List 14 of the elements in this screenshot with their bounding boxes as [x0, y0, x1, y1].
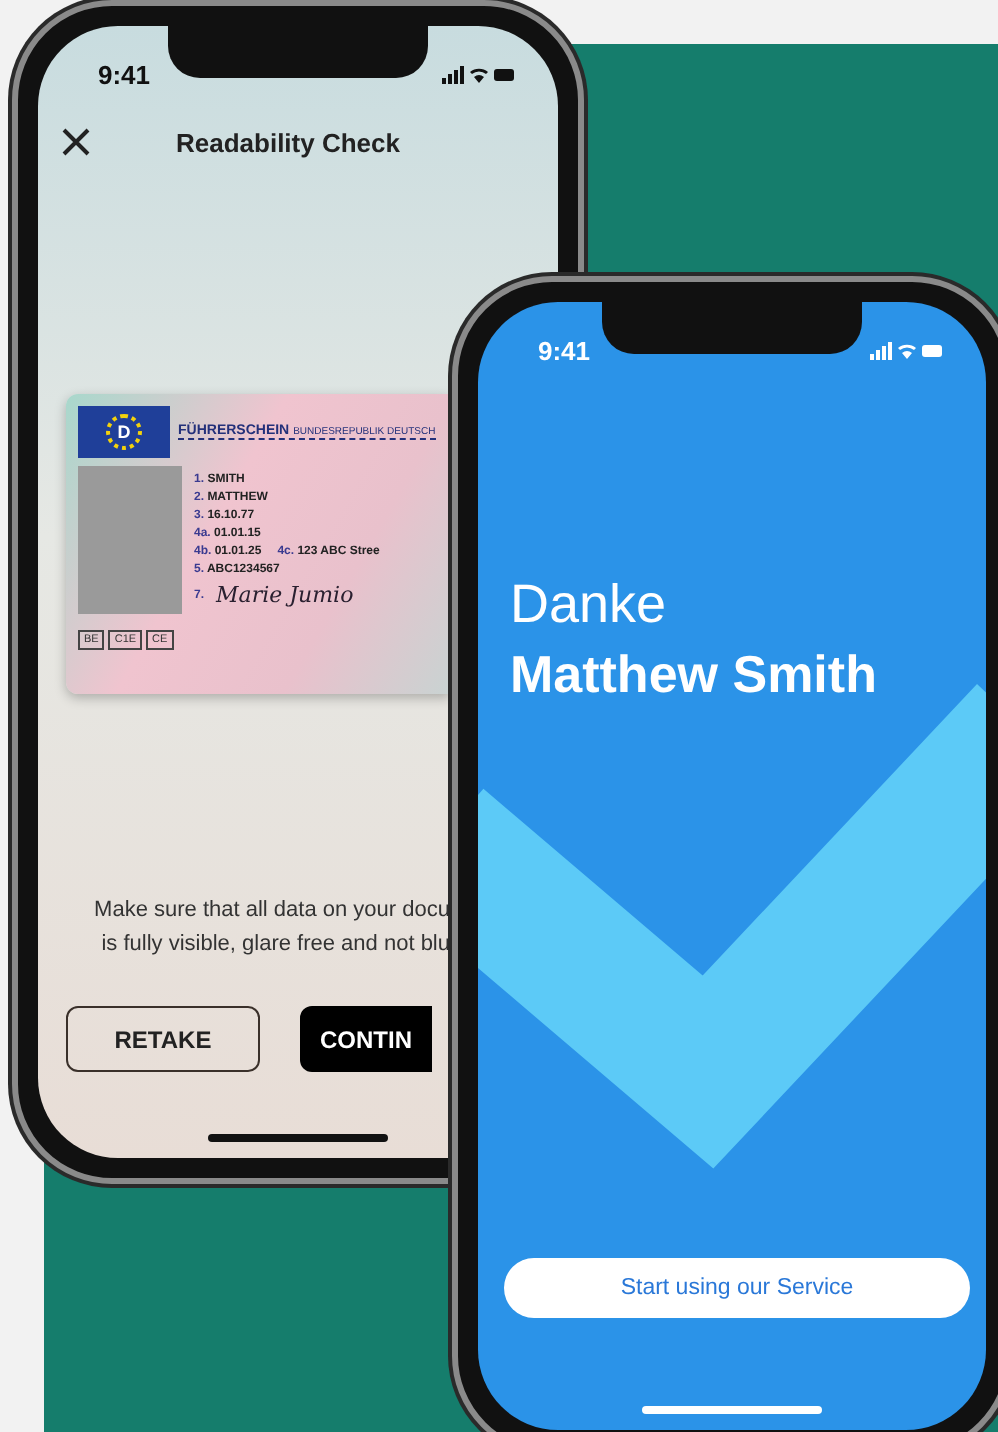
- signature: Marie Jumio: [216, 582, 354, 608]
- greeting: Danke: [510, 574, 669, 636]
- retake-button[interactable]: RETAKE: [66, 1006, 260, 1072]
- status-time: 9:41: [538, 335, 591, 365]
- status-time: 9:41: [98, 59, 151, 89]
- screen-title: Readability Check: [174, 127, 402, 157]
- user-name: Matthew Smith: [510, 644, 879, 706]
- start-button[interactable]: Start using our Service: [504, 1258, 970, 1318]
- status-icons: [442, 63, 514, 85]
- hint-text: Make sure that all data on your docu is fully visible, glare free and not blu: [92, 896, 450, 960]
- continue-button[interactable]: CONTIN: [300, 1006, 432, 1072]
- close-icon[interactable]: [62, 128, 90, 156]
- status-icons: [870, 339, 942, 361]
- eu-flag: D: [78, 406, 170, 458]
